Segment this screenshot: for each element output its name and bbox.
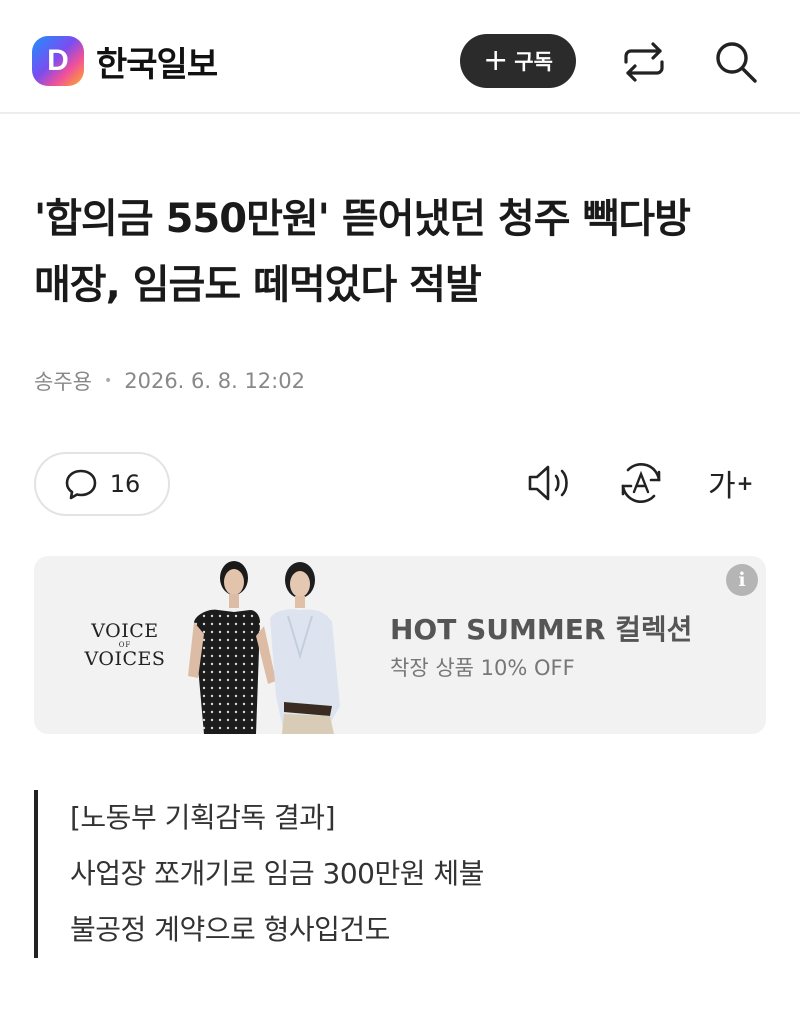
- ad-brand-line-1: VOICE: [91, 620, 159, 642]
- font-size-label: 가: [708, 469, 736, 504]
- ad-models-image: [188, 561, 340, 734]
- publish-date: 2026. 6. 8. 12:02: [124, 369, 305, 393]
- subscribe-label: 구독: [514, 50, 553, 74]
- article-headline: '합의금 550만원' 뜯어냈던 청주 빽다방 매장, 임금도 떼먹었다 적발: [34, 186, 774, 318]
- font-size-button[interactable]: 가 +: [708, 458, 758, 508]
- search-icon[interactable]: [712, 38, 760, 86]
- headline-line-2: 매장, 임금도 떼먹었다 적발: [34, 262, 482, 308]
- ad-info-icon[interactable]: i: [726, 564, 758, 596]
- top-header: D 한국일보 + 구독: [0, 0, 800, 114]
- ad-subtitle: 착장 상품 10% OFF: [390, 656, 575, 680]
- summary-line-3: 불공정 계약으로 형사입건도: [70, 913, 390, 946]
- comment-icon: [65, 469, 97, 500]
- ad-brand-logo: VOICE OF VOICES: [80, 620, 170, 670]
- translate-icon[interactable]: [616, 458, 666, 508]
- article-meta: 송주용 • 2026. 6. 8. 12:02: [34, 366, 305, 396]
- logo-letter: D: [47, 44, 69, 77]
- site-logo[interactable]: D 한국일보: [32, 36, 218, 86]
- logo-mark: D: [32, 36, 84, 86]
- font-size-plus: +: [736, 471, 754, 495]
- share-icon[interactable]: [620, 38, 668, 86]
- ad-brand-line-3: VOICES: [84, 648, 166, 670]
- summary-line-2: 사업장 쪼개기로 임금 300만원 체불: [70, 857, 484, 890]
- comment-button[interactable]: 16: [34, 452, 170, 516]
- ad-title: HOT SUMMER 컬렉션: [390, 613, 693, 646]
- ad-banner[interactable]: VOICE OF VOICES HOT SUMMER 컬렉션 착장 상품 10%…: [34, 556, 766, 734]
- comment-count: 16: [109, 470, 141, 498]
- summary-line-1: [노동부 기획감독 결과]: [70, 801, 335, 834]
- logo-text: 한국일보: [96, 44, 218, 85]
- meta-separator: •: [103, 373, 113, 389]
- author-name[interactable]: 송주용: [34, 366, 92, 396]
- subscribe-button[interactable]: + 구독: [460, 34, 576, 88]
- headline-line-1: '합의금 550만원' 뜯어냈던 청주 빽다방: [34, 196, 691, 242]
- article-summary: [노동부 기획감독 결과] 사업장 쪼개기로 임금 300만원 체불 불공정 계…: [34, 790, 484, 958]
- audio-icon[interactable]: [524, 458, 574, 508]
- plus-icon: +: [483, 43, 509, 78]
